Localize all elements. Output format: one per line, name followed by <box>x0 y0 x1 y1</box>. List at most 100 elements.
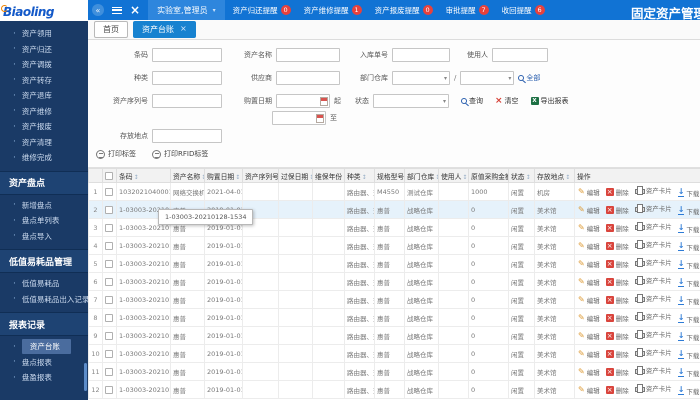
asset-card-action[interactable]: 资产卡片 <box>634 347 672 358</box>
edit-action[interactable]: ✎ 编辑 <box>578 385 600 396</box>
row-checkbox[interactable] <box>105 385 113 394</box>
asset-card-action[interactable]: 资产卡片 <box>634 275 672 286</box>
row-checkbox[interactable] <box>105 313 113 322</box>
date-from-input[interactable] <box>276 94 330 108</box>
column-header[interactable]: 条码↕ <box>116 168 171 183</box>
topbar-notice[interactable]: 资产维修提醒 1 <box>304 5 362 16</box>
row-checkbox[interactable] <box>105 277 113 286</box>
asset-card-action[interactable]: 资产卡片 <box>634 311 672 322</box>
column-header[interactable]: 规格型号↕ <box>374 168 405 183</box>
row-checkbox[interactable] <box>105 349 113 358</box>
edit-action[interactable]: ✎ 编辑 <box>578 313 600 324</box>
edit-action[interactable]: ✎ 编辑 <box>578 331 600 342</box>
edit-action[interactable]: ✎ 编辑 <box>578 259 600 270</box>
topbar-notice[interactable]: 资产报废提醒 0 <box>375 5 433 16</box>
sidebar-item[interactable]: · 资产维修 <box>0 104 88 120</box>
row-checkbox[interactable] <box>105 331 113 340</box>
sidebar-scrollbar[interactable] <box>84 363 87 391</box>
edit-action[interactable]: ✎ 编辑 <box>578 277 600 288</box>
download-action[interactable]: ↓ 下载 <box>677 224 699 234</box>
sidebar-section-title[interactable]: 报表记录 <box>0 312 88 336</box>
asset-card-action[interactable]: 资产卡片 <box>634 365 672 376</box>
column-header[interactable]: 操作 <box>574 168 700 183</box>
download-action[interactable]: ↓ 下载 <box>677 386 699 396</box>
delete-action[interactable]: × 删除 <box>605 313 629 323</box>
download-action[interactable]: ↓ 下载 <box>677 242 699 252</box>
menu-icon[interactable] <box>112 6 122 14</box>
asset-card-action[interactable]: 资产卡片 <box>634 383 672 394</box>
sidebar-item[interactable]: · 资产归还 <box>0 42 88 58</box>
download-action[interactable]: ↓ 下载 <box>677 368 699 378</box>
column-header[interactable]: 购置日期↕ <box>204 168 243 183</box>
tab-home[interactable]: 首页 <box>94 20 128 38</box>
sidebar-section-title[interactable]: 资产盘点 <box>0 170 88 195</box>
tab-asset-ledger[interactable]: 资产台账 × <box>133 20 196 38</box>
edit-action[interactable]: ✎ 编辑 <box>578 295 600 306</box>
delete-action[interactable]: × 删除 <box>605 277 629 287</box>
delete-action[interactable]: × 删除 <box>605 349 629 359</box>
row-checkbox[interactable] <box>105 205 113 214</box>
asset-card-action[interactable]: 资产卡片 <box>634 257 672 268</box>
download-action[interactable]: ↓ 下载 <box>677 188 699 198</box>
sidebar-item[interactable]: · 资产退库 <box>0 88 88 104</box>
edit-action[interactable]: ✎ 编辑 <box>578 205 600 216</box>
tab-close-icon[interactable]: × <box>180 25 187 33</box>
delete-action[interactable]: × 删除 <box>605 205 629 215</box>
delete-action[interactable]: × 删除 <box>605 187 629 197</box>
delete-action[interactable]: × 删除 <box>605 367 629 377</box>
row-checkbox[interactable] <box>105 259 113 268</box>
row-checkbox[interactable] <box>105 187 113 196</box>
delete-action[interactable]: × 删除 <box>605 385 629 395</box>
user-menu[interactable]: 实验室,管理员 ▾ <box>148 0 225 20</box>
collapse-icon[interactable]: « <box>92 4 104 16</box>
sidebar-item[interactable]: · 盘盈报表 <box>0 370 88 386</box>
print-label-button[interactable]: 打印标签 <box>96 149 136 159</box>
sidebar-item[interactable]: · 资产清理 <box>0 135 88 151</box>
asset-card-action[interactable]: 资产卡片 <box>634 221 672 232</box>
download-action[interactable]: ↓ 下载 <box>677 314 699 324</box>
warehouse-select[interactable]: ▾ <box>460 71 515 85</box>
calendar-icon[interactable] <box>320 97 328 106</box>
column-header[interactable]: 资产序列号 <box>242 168 279 183</box>
sidebar-item[interactable]: · 维修完成 <box>0 150 88 166</box>
sidebar-item[interactable]: · 资产报废 <box>0 119 88 135</box>
select-all-checkbox[interactable] <box>105 171 113 180</box>
edit-action[interactable]: ✎ 编辑 <box>578 187 600 198</box>
download-action[interactable]: ↓ 下载 <box>677 206 699 216</box>
asset-card-action[interactable]: 资产卡片 <box>634 185 672 196</box>
column-header[interactable]: 过保日期↕ <box>278 168 313 183</box>
user-input[interactable] <box>492 48 548 62</box>
column-header[interactable]: 维保年份↕ <box>312 168 345 183</box>
column-header[interactable]: 存放地点↕ <box>534 168 575 183</box>
sidebar-item[interactable]: · 资产转存 <box>0 73 88 89</box>
asset-name-input[interactable] <box>276 48 340 62</box>
row-checkbox[interactable] <box>105 223 113 232</box>
column-header[interactable]: 种类↕ <box>344 168 375 183</box>
all-link[interactable]: 全部 <box>518 73 540 83</box>
topbar-notice[interactable]: 资产归还提醒 0 <box>233 5 291 16</box>
export-button[interactable]: X 导出报表 <box>530 96 569 106</box>
row-checkbox[interactable] <box>105 241 113 250</box>
sidebar-item[interactable]: · 新增盘点 <box>0 198 88 214</box>
delete-action[interactable]: × 删除 <box>605 259 629 269</box>
topbar-notice[interactable]: 审批提醒 7 <box>446 5 489 16</box>
calendar-icon[interactable] <box>316 114 324 123</box>
print-rfid-button[interactable]: 打印RFID标签 <box>152 149 208 159</box>
column-header[interactable]: 资产名称↕ <box>170 168 205 183</box>
download-action[interactable]: ↓ 下载 <box>677 296 699 306</box>
edit-action[interactable]: ✎ 编辑 <box>578 367 600 378</box>
date-to-input[interactable] <box>272 111 326 125</box>
delete-action[interactable]: × 删除 <box>605 331 629 341</box>
barcode-input[interactable] <box>152 48 222 62</box>
close-icon[interactable]: × <box>130 4 140 16</box>
asset-card-action[interactable]: 资产卡片 <box>634 293 672 304</box>
download-action[interactable]: ↓ 下载 <box>677 350 699 360</box>
asset-card-action[interactable]: 资产卡片 <box>634 329 672 340</box>
row-checkbox[interactable] <box>105 367 113 376</box>
column-header[interactable]: 状态↕ <box>508 168 535 183</box>
delete-action[interactable]: × 删除 <box>605 295 629 305</box>
download-action[interactable]: ↓ 下载 <box>677 278 699 288</box>
asset-card-action[interactable]: 资产卡片 <box>634 239 672 250</box>
sidebar-item[interactable]: · 资产台账 <box>0 339 88 355</box>
sidebar-item[interactable]: · 盘点导入 <box>0 229 88 245</box>
